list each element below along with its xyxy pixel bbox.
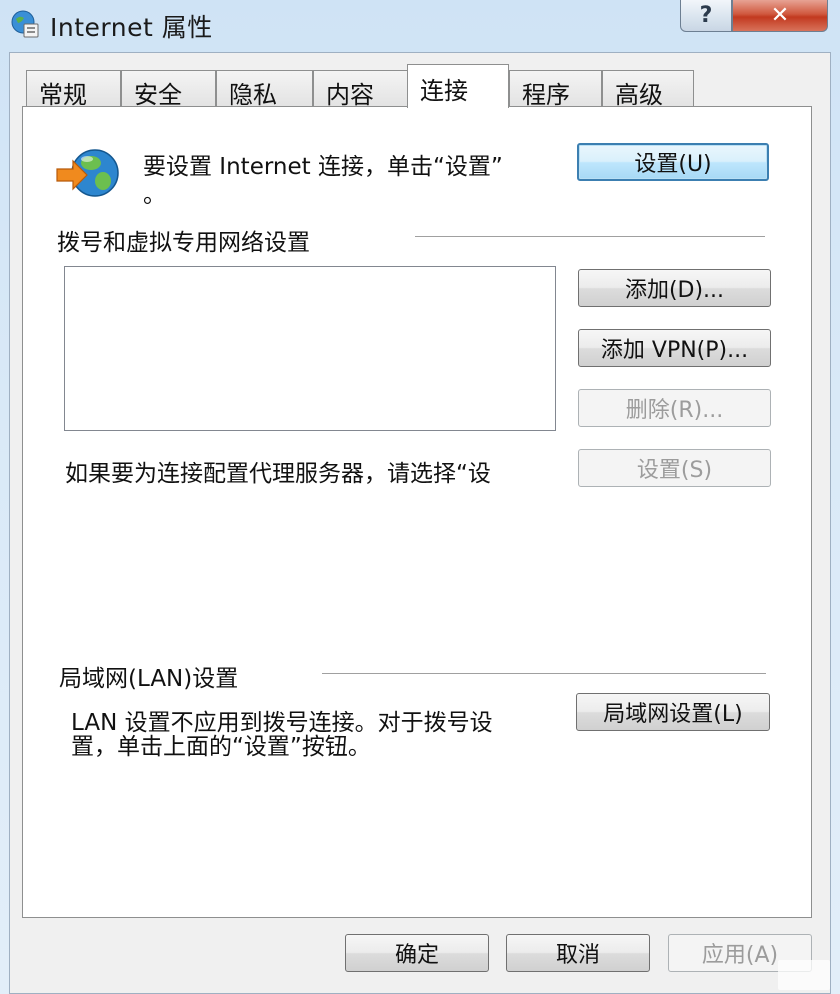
setup-instructions: 要设置 Internet 连接，单击“设置” xyxy=(143,154,503,180)
corner-watermark xyxy=(778,960,830,990)
dialup-vpn-heading: 拨号和虚拟专用网络设置 xyxy=(57,230,310,256)
lan-settings-button[interactable]: 局域网设置(L) xyxy=(576,693,770,731)
lan-separator xyxy=(322,673,766,674)
tab-security[interactable]: 安全 xyxy=(121,70,216,109)
close-icon: ✕ xyxy=(770,3,790,28)
tab-content[interactable]: 内容 xyxy=(313,70,408,109)
window-title: Internet 属性 xyxy=(50,13,213,42)
connection-settings-button[interactable]: 设置(S) xyxy=(578,449,771,487)
tab-privacy[interactable]: 隐私 xyxy=(216,70,313,109)
proxy-instructions: 如果要为连接配置代理服务器，请选择“设 xyxy=(65,461,491,487)
connections-panel: 要设置 Internet 连接，单击“设置” 。 设置(U) 拨号和虚拟专用网络… xyxy=(22,106,812,918)
add-vpn-button[interactable]: 添加 VPN(P)... xyxy=(578,329,771,367)
tab-programs[interactable]: 程序 xyxy=(509,70,602,109)
tab-connections[interactable]: 连接 xyxy=(407,64,509,108)
ok-button[interactable]: 确定 xyxy=(345,934,489,972)
help-icon: ? xyxy=(699,3,713,28)
internet-options-icon xyxy=(11,10,39,38)
help-button[interactable]: ? xyxy=(680,0,732,32)
delete-connection-button[interactable]: 删除(R)... xyxy=(578,389,771,427)
connections-list[interactable] xyxy=(64,266,556,431)
title-bar: Internet 属性 ? ✕ xyxy=(0,0,840,50)
cancel-button[interactable]: 取消 xyxy=(506,934,650,972)
close-button[interactable]: ✕ xyxy=(732,0,828,32)
add-connection-button[interactable]: 添加(D)... xyxy=(578,269,771,307)
setup-button[interactable]: 设置(U) xyxy=(577,143,769,181)
globe-connection-icon xyxy=(56,149,119,197)
setup-instructions-end: 。 xyxy=(143,182,166,208)
tab-advanced[interactable]: 高级 xyxy=(602,70,694,109)
tab-general[interactable]: 常规 xyxy=(26,70,121,109)
dialup-separator xyxy=(415,236,765,237)
lan-heading: 局域网(LAN)设置 xyxy=(59,666,239,692)
lan-description-line2: 置，单击上面的“设置”按钮。 xyxy=(71,734,371,760)
